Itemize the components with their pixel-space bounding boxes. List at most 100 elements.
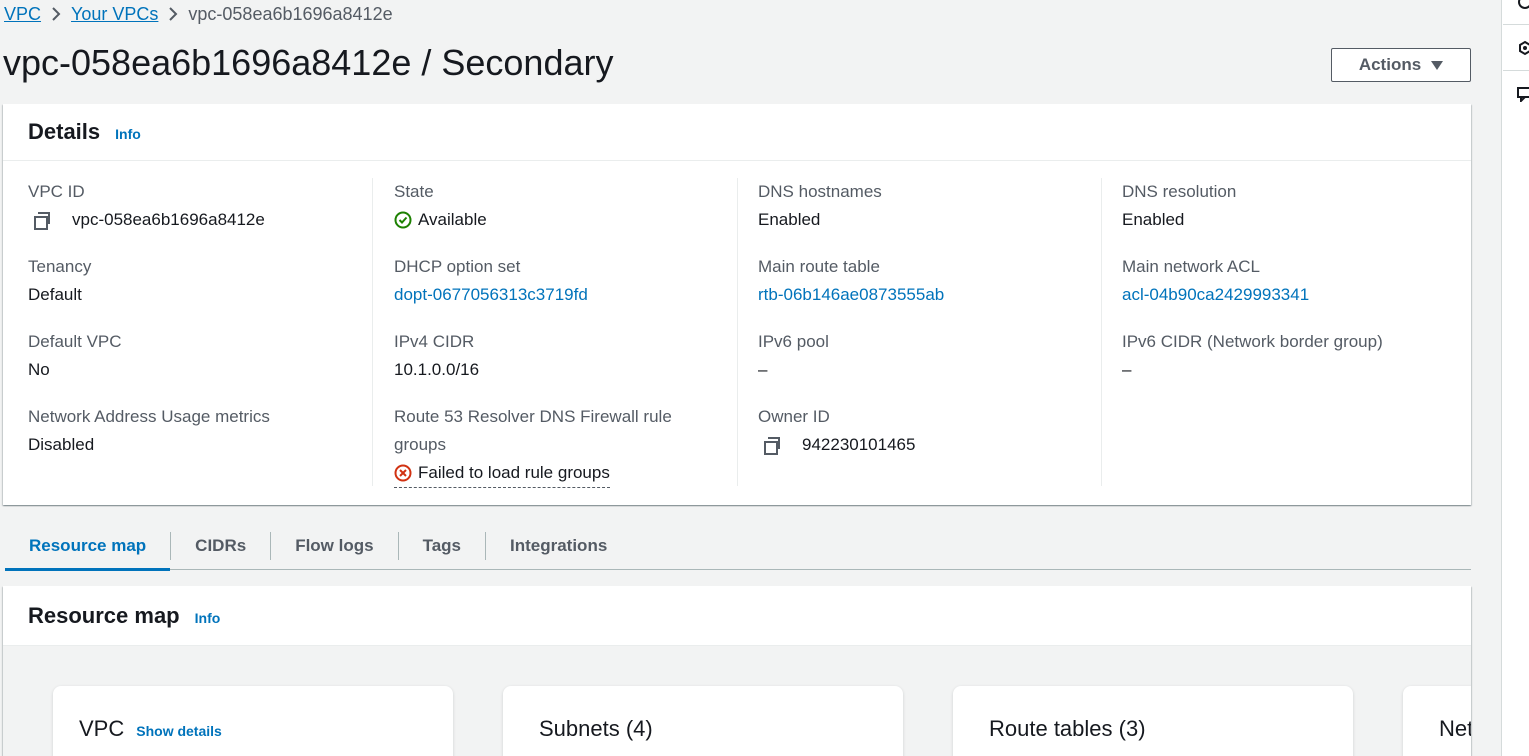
owner-id-label: Owner ID: [758, 407, 830, 426]
vpc-card: VPC Show details: [53, 686, 453, 756]
r53-firewall-error-text: Failed to load rule groups: [418, 463, 610, 482]
dhcp-label: DHCP option set: [394, 257, 521, 276]
nau-metrics-value: Disabled: [28, 435, 95, 454]
details-header: Details Info: [3, 104, 1471, 161]
main-route-table-label: Main route table: [758, 257, 880, 276]
dns-hostnames-value: Enabled: [758, 210, 821, 229]
owner-id-value: 942230101465: [802, 435, 916, 454]
info-circle-icon[interactable]: [1517, 0, 1529, 10]
ipv6-pool-label: IPv6 pool: [758, 332, 829, 351]
r53-firewall-label-line1: Route 53 Resolver DNS Firewall rule: [394, 407, 672, 426]
column-divider: [1101, 178, 1102, 486]
dns-hostnames-label: DNS hostnames: [758, 182, 882, 201]
error-circle-icon: [394, 464, 412, 482]
details-info-link[interactable]: Info: [115, 126, 141, 142]
dns-resolution-label: DNS resolution: [1122, 182, 1237, 201]
route-tables-card: Route tables (3): [953, 686, 1353, 756]
page-title: vpc-058ea6b1696a8412e / Secondary: [3, 42, 614, 83]
main-network-acl-label: Main network ACL: [1122, 257, 1260, 276]
route-tables-card-title: Route tables (3): [989, 716, 1146, 741]
subnets-card-title: Subnets (4): [539, 716, 653, 741]
tab-cidrs[interactable]: CIDRs: [171, 523, 270, 569]
r53-firewall-error[interactable]: Failed to load rule groups: [394, 459, 610, 488]
resource-map-info-link[interactable]: Info: [195, 610, 221, 626]
vpc-id-label: VPC ID: [28, 182, 85, 201]
dns-resolution-field: DNS resolution Enabled: [1122, 178, 1236, 234]
ipv4-cidr-value: 10.1.0.0/16: [394, 360, 480, 379]
main-network-acl-field: Main network ACL acl-04b90ca2429993341: [1122, 253, 1309, 309]
tab-flow-logs[interactable]: Flow logs: [271, 523, 397, 569]
dns-resolution-value: Enabled: [1122, 210, 1185, 229]
resource-map-panel: Resource map Info VPC Show details Subne…: [3, 586, 1471, 756]
copy-icon[interactable]: [764, 437, 780, 455]
chevron-right-icon: [158, 7, 188, 21]
actions-button[interactable]: Actions: [1331, 48, 1471, 82]
main-route-table-link[interactable]: rtb-06b146ae0873555ab: [758, 285, 944, 304]
details-column-1: VPC ID vpc-058ea6b1696a8412e Tenancy Def…: [28, 178, 368, 486]
rail-divider: [1503, 24, 1529, 25]
vpc-id-value: vpc-058ea6b1696a8412e: [72, 210, 265, 229]
ipv6-cidr-value: –: [1122, 360, 1132, 379]
tenancy-field: Tenancy Default: [28, 253, 91, 309]
copy-icon[interactable]: [34, 212, 50, 230]
ipv4-cidr-label: IPv4 CIDR: [394, 332, 475, 351]
main-route-table-field: Main route table rtb-06b146ae0873555ab: [758, 253, 944, 309]
default-vpc-field: Default VPC No: [28, 328, 122, 384]
actions-label: Actions: [1358, 55, 1422, 74]
owner-id-value-row: 942230101465: [758, 431, 915, 459]
column-divider: [372, 178, 373, 486]
ipv6-pool-value: –: [758, 360, 768, 379]
details-column-2: State Available DHCP option set dopt-067…: [394, 178, 734, 488]
state-value: Available: [418, 210, 487, 229]
state-field: State Available: [394, 178, 487, 234]
vpc-card-title-row: VPC Show details: [79, 716, 222, 742]
rail-divider: [1503, 70, 1529, 71]
r53-firewall-label-line2: groups: [394, 435, 446, 454]
breadcrumb: VPC Your VPCs vpc-058ea6b1696a8412e: [4, 2, 393, 26]
tab-integrations[interactable]: Integrations: [486, 523, 631, 569]
r53-firewall-field: Route 53 Resolver DNS Firewall rule grou…: [394, 403, 672, 488]
tab-resource-map[interactable]: Resource map: [5, 523, 171, 571]
chevron-right-icon: [41, 7, 71, 21]
breadcrumb-your-vpcs-link[interactable]: Your VPCs: [71, 4, 158, 25]
ipv6-cidr-label: IPv6 CIDR (Network border group): [1122, 332, 1383, 351]
nau-metrics-field: Network Address Usage metrics Disabled: [28, 403, 270, 459]
owner-id-field: Owner ID 942230101465: [758, 403, 915, 459]
details-column-4: DNS resolution Enabled Main network ACL …: [1122, 178, 1462, 486]
state-label: State: [394, 182, 434, 201]
breadcrumb-vpc-link[interactable]: VPC: [4, 4, 41, 25]
network-connections-card: Net: [1403, 686, 1471, 756]
details-panel: Details Info VPC ID vpc-058ea6b1696a8412…: [3, 104, 1471, 505]
resource-map-header: Resource map Info: [3, 586, 1471, 646]
vpc-id-field: VPC ID vpc-058ea6b1696a8412e: [28, 178, 265, 234]
subnets-card: Subnets (4): [503, 686, 903, 756]
settings-icon[interactable]: [1517, 40, 1529, 56]
default-vpc-label: Default VPC: [28, 332, 122, 351]
details-column-3: DNS hostnames Enabled Main route table r…: [758, 178, 1098, 486]
column-divider: [737, 178, 738, 486]
tenancy-label: Tenancy: [28, 257, 92, 276]
state-value-row: Available: [394, 206, 487, 234]
dhcp-field: DHCP option set dopt-0677056313c3719fd: [394, 253, 588, 309]
vpc-show-details-link[interactable]: Show details: [136, 723, 222, 739]
caret-down-icon: [1431, 60, 1444, 70]
check-circle-icon: [394, 211, 412, 229]
breadcrumb-current: vpc-058ea6b1696a8412e: [188, 3, 393, 24]
feedback-icon[interactable]: [1517, 86, 1529, 104]
network-connections-card-title: Net: [1439, 716, 1471, 741]
nau-metrics-label: Network Address Usage metrics: [28, 407, 270, 426]
resource-map-canvas: VPC Show details Subnets (4) Route table…: [3, 646, 1471, 756]
ipv6-pool-field: IPv6 pool –: [758, 328, 829, 384]
vpc-card-title: VPC: [79, 716, 125, 741]
ipv4-cidr-field: IPv4 CIDR 10.1.0.0/16: [394, 328, 479, 384]
vpc-id-value-row: vpc-058ea6b1696a8412e: [28, 206, 265, 234]
right-rail: [1501, 0, 1529, 756]
default-vpc-value: No: [28, 360, 50, 379]
dns-hostnames-field: DNS hostnames Enabled: [758, 178, 882, 234]
dhcp-link[interactable]: dopt-0677056313c3719fd: [394, 285, 588, 304]
details-title: Details: [28, 119, 101, 144]
main-network-acl-link[interactable]: acl-04b90ca2429993341: [1122, 285, 1309, 304]
tenancy-value: Default: [28, 285, 82, 304]
ipv6-cidr-field: IPv6 CIDR (Network border group) –: [1122, 328, 1383, 384]
tab-tags[interactable]: Tags: [399, 523, 485, 569]
